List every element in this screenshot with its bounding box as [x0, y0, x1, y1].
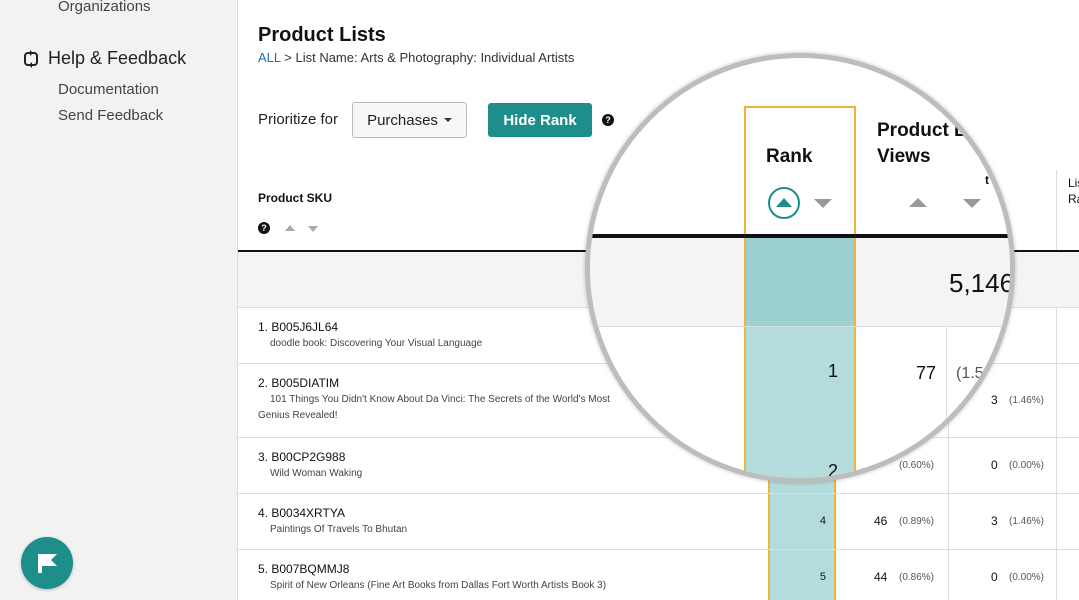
sku-help-icon[interactable]: ? — [258, 222, 270, 234]
sort-ascending-icon[interactable] — [909, 198, 927, 207]
breadcrumb: ALL > List Name: Arts & Photography: Ind… — [258, 50, 574, 65]
sort-ascending-icon[interactable] — [285, 225, 295, 231]
zoomed-rank-header[interactable] — [744, 106, 856, 236]
row-product-name: 101 Things You Didn't Know About Da Vinc… — [258, 394, 610, 421]
row-product-name: Spirit of New Orleans (Fine Art Books fr… — [270, 580, 607, 591]
sort-ascending-active-icon[interactable] — [768, 187, 800, 219]
feedback-flag-icon — [38, 554, 57, 573]
row-list-adds: 0 — [991, 570, 998, 584]
row-views-pct: (0.89%) — [899, 516, 935, 527]
feedback-fab-button[interactable] — [21, 537, 73, 589]
zoomed-rank-value: 1 — [827, 361, 838, 381]
page-title: Product Lists — [258, 24, 386, 46]
zoomed-list-adds-label: t List — [985, 173, 1014, 187]
zoomed-row-views: 77 — [916, 363, 937, 383]
refresh-icon — [24, 49, 38, 68]
sort-descending-icon[interactable] — [814, 199, 832, 208]
prioritize-value: Purchases — [367, 111, 438, 129]
sidebar-item-documentation[interactable]: Documentation — [58, 81, 159, 98]
help-feedback-heading: Help & Feedback — [48, 48, 187, 68]
row-product-name: Paintings Of Travels To Bhutan — [270, 524, 408, 535]
zoomed-header-divider — [590, 234, 1010, 238]
zoomed-row-divider — [590, 326, 1010, 327]
row-sku[interactable]: 2. B005DIATIM — [258, 376, 339, 390]
row-sku[interactable]: 5. B007BQMMJ8 — [258, 562, 349, 576]
column-header-sku: Product SKU — [258, 191, 333, 205]
row-sku[interactable]: 3. B00CP2G988 — [258, 450, 345, 464]
row-list-adds-pct: (1.46%) — [1009, 395, 1045, 406]
sidebar-item-send-feedback[interactable]: Send Feedback — [58, 107, 163, 124]
zoomed-rank-label: Rank — [766, 146, 813, 167]
row-list-adds-pct: (0.00%) — [1009, 460, 1045, 471]
row-list-adds-pct: (1.46%) — [1009, 516, 1045, 527]
row-views: 46 — [874, 514, 888, 528]
zoomed-column-divider — [946, 326, 947, 478]
row-list-adds-pct: (0.00%) — [1009, 572, 1045, 583]
sidebar-section-help-feedback[interactable]: Help & Feedback — [24, 48, 186, 69]
prioritize-label: Prioritize for — [258, 111, 339, 128]
magnifier-lens: 1 2 Rank Product L Views t List 5,146205… — [585, 53, 1015, 483]
hide-rank-button[interactable]: Hide Rank — [488, 103, 592, 137]
column-header-partial: Lis — [1068, 176, 1079, 190]
breadcrumb-current: > List Name: Arts & Photography: Individ… — [280, 50, 575, 65]
sidebar-item-organizations[interactable]: Organizations — [58, 0, 151, 15]
sort-descending-icon[interactable] — [963, 199, 981, 208]
row-product-name: doodle book: Discovering Your Visual Lan… — [270, 338, 483, 349]
zoomed-total-views: 5,146205 — [949, 268, 1010, 299]
sidebar: Organizations Help & Feedback Documentat… — [0, 0, 228, 600]
zoomed-views-label: Product L — [877, 120, 966, 141]
zoomed-rank-column: 1 2 — [744, 236, 856, 481]
breadcrumb-all-link[interactable]: ALL — [258, 50, 281, 65]
row-views-pct: (0.86%) — [899, 572, 935, 583]
row-sku[interactable]: 4. B0034XRTYA — [258, 506, 345, 520]
row-views: 44 — [874, 570, 888, 584]
row-list-adds: 3 — [991, 514, 998, 528]
table-row[interactable]: 5. B007BQMMJ8 Spirit of New Orleans (Fin… — [238, 550, 1079, 600]
zoomed-rank-total-cell — [746, 236, 854, 326]
sort-descending-icon[interactable] — [308, 226, 318, 232]
zoomed-rank-value: 2 — [827, 461, 838, 481]
row-product-name: Wild Woman Waking — [270, 468, 363, 479]
row-sku[interactable]: 1. B005J6JL64 — [258, 320, 338, 334]
zoomed-views-label: Views — [877, 146, 931, 167]
column-header-partial: Ra — [1068, 192, 1079, 206]
prioritize-select[interactable]: Purchases — [352, 102, 467, 138]
column-divider — [1056, 170, 1057, 250]
table-row[interactable]: 4. B0034XRTYA Paintings Of Travels To Bh… — [238, 494, 1079, 550]
zoomed-row-views-pct: (1.5 — [956, 365, 984, 382]
caret-down-icon — [443, 118, 452, 122]
